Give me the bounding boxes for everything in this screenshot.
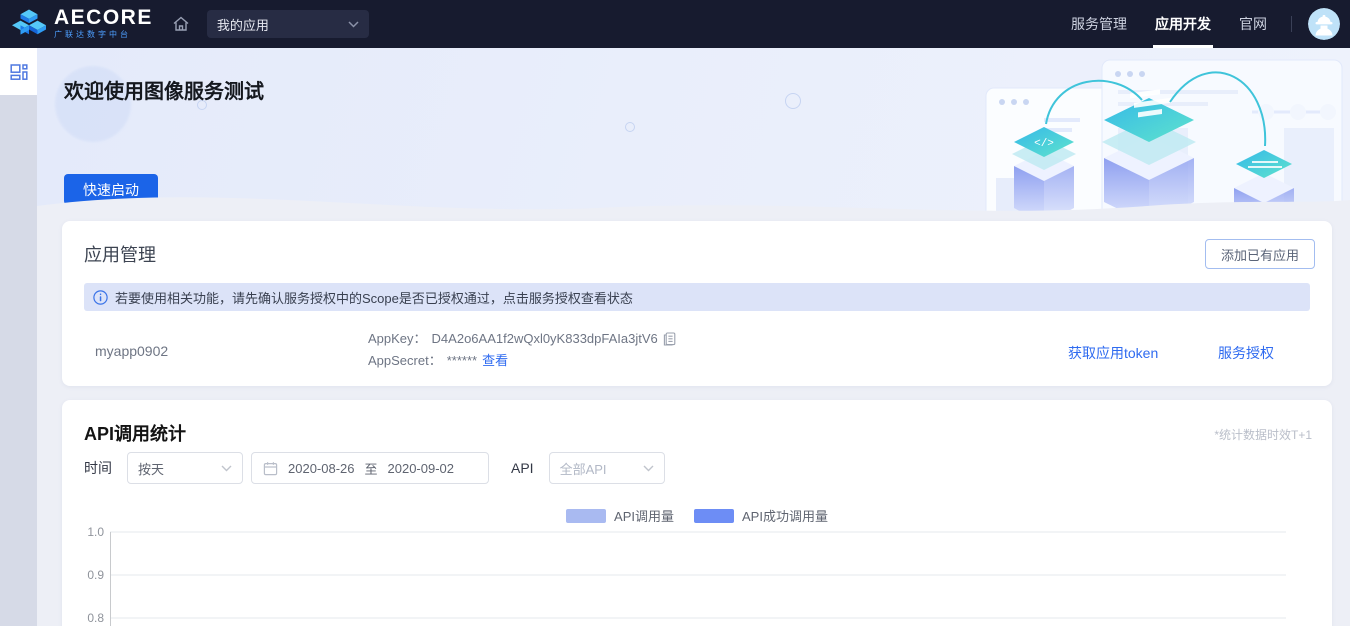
appkey-label: AppKey： (368, 328, 427, 350)
left-sidebar (0, 48, 37, 626)
appsecret-label: AppSecret： (368, 350, 442, 372)
y-tick-3: 0.8 (87, 611, 104, 625)
logo-cube-icon (12, 7, 46, 41)
view-secret-link[interactable]: 查看 (482, 350, 508, 372)
svg-text:</>: </> (1034, 138, 1054, 150)
scope-notice-banner: 若要使用相关功能，请先确认服务授权中的Scope是否已授权通过，点击服务授权查看… (84, 283, 1310, 311)
service-authorization-link[interactable]: 服务授权 (1218, 343, 1274, 363)
nav-item-app-development[interactable]: 应用开发 (1141, 0, 1225, 48)
appsecret-masked-value: ****** (447, 350, 477, 372)
page-title: 欢迎使用图像服务测试 (64, 75, 264, 104)
sidebar-item-overview[interactable] (6, 59, 32, 85)
api-stats-card: API调用统计 *统计数据时效T+1 时间 按天 (62, 400, 1332, 626)
home-icon[interactable] (171, 14, 191, 34)
copy-icon[interactable] (663, 332, 676, 346)
y-tick-2: 0.9 (87, 568, 104, 582)
app-name: myapp0902 (95, 343, 168, 359)
info-icon (93, 290, 108, 305)
grid-layout-icon (10, 63, 28, 81)
y-tick-1: 1.0 (87, 525, 104, 539)
main-content: 欢迎使用图像服务测试 (37, 48, 1350, 626)
user-avatar[interactable] (1308, 8, 1340, 40)
appsecret-line: AppSecret：****** 查看 (368, 350, 676, 372)
page: AECORE 广联达数字中台 我的应用 服务管理 应用开发 官网 (0, 0, 1350, 626)
app-row: myapp0902 AppKey：D4A2o6AA1f2wQxl0yK833dp… (62, 321, 1332, 383)
decorative-ring (625, 122, 635, 132)
navbar-menu: 服务管理 应用开发 官网 (1057, 0, 1350, 48)
hero-wave-decoration (37, 180, 1350, 224)
app-management-card: 应用管理 添加已有应用 若要使用相关功能，请先确认服务授权中的Scope是否已授… (62, 221, 1332, 386)
brand-logo[interactable]: AECORE 广联达数字中台 (0, 7, 153, 41)
hero-banner: 欢迎使用图像服务测试 (37, 48, 1350, 224)
top-navbar: AECORE 广联达数字中台 我的应用 服务管理 应用开发 官网 (0, 0, 1350, 48)
appkey-value: D4A2o6AA1f2wQxl0yK833dpFAIa3jtV6 (432, 328, 658, 350)
app-management-title: 应用管理 (84, 241, 156, 267)
sidebar-top (0, 48, 37, 95)
navbar-divider (1291, 16, 1292, 32)
nav-item-official-site[interactable]: 官网 (1225, 0, 1281, 48)
app-credentials: AppKey：D4A2o6AA1f2wQxl0yK833dpFAIa3jtV6 (368, 328, 676, 372)
scope-notice-text: 若要使用相关功能，请先确认服务授权中的Scope是否已授权通过，点击服务授权查看… (115, 288, 633, 307)
chevron-down-icon (348, 21, 359, 28)
decorative-ring (785, 93, 801, 109)
app-selector-value: 我的应用 (217, 15, 269, 34)
brand-subtitle: 广联达数字中台 (54, 29, 153, 40)
app-selector-dropdown[interactable]: 我的应用 (207, 10, 369, 38)
nav-item-service-management[interactable]: 服务管理 (1057, 0, 1141, 48)
appkey-line: AppKey：D4A2o6AA1f2wQxl0yK833dpFAIa3jtV6 (368, 328, 676, 350)
brand-name: AECORE (54, 8, 153, 28)
brand-text: AECORE 广联达数字中台 (54, 8, 153, 40)
api-usage-chart: 1.0 0.9 0.8 (62, 400, 1332, 626)
get-app-token-link[interactable]: 获取应用token (1068, 343, 1158, 363)
add-existing-app-button[interactable]: 添加已有应用 (1205, 239, 1315, 269)
